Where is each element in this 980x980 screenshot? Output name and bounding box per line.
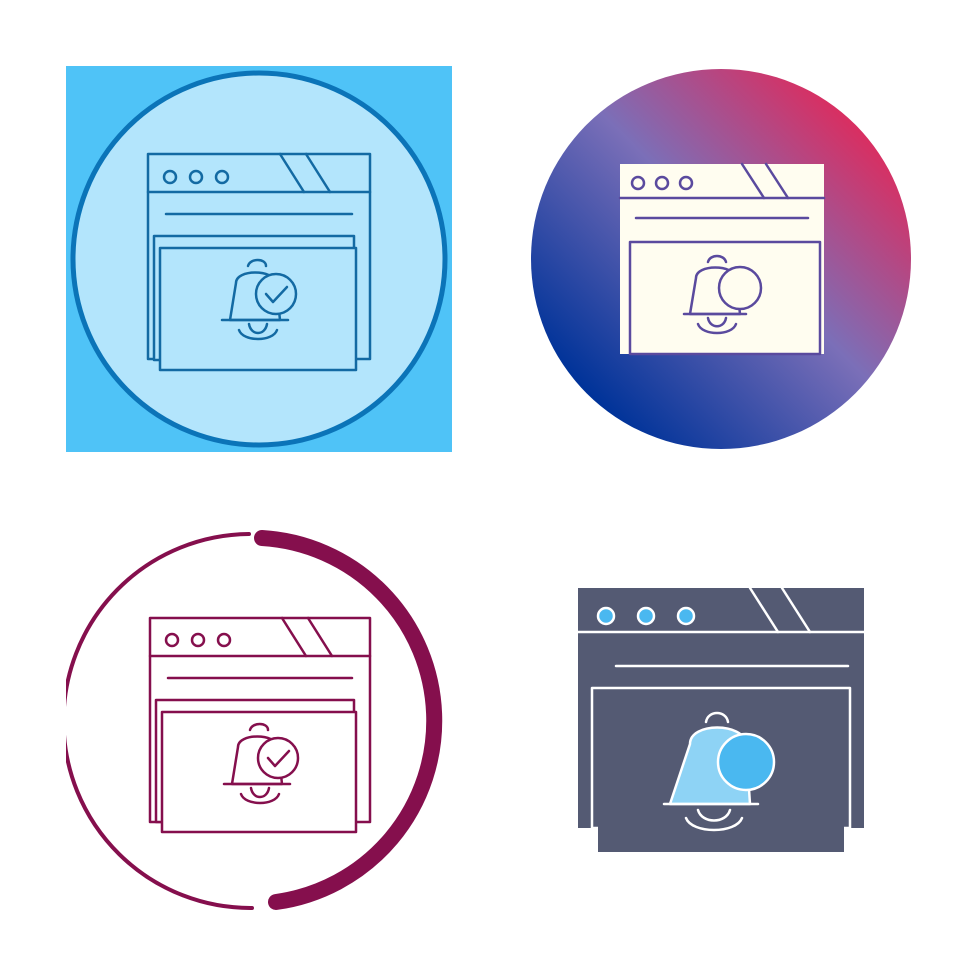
check-badge-icon xyxy=(254,272,298,316)
browser-notification-ring-icon xyxy=(66,528,452,914)
window-dot-icon xyxy=(596,606,616,626)
icon-artwork xyxy=(66,530,443,911)
icon-artwork xyxy=(66,66,452,452)
window-dot-icon xyxy=(216,632,232,648)
dot-badge-icon xyxy=(716,732,776,792)
icon-artwork xyxy=(576,586,866,852)
window-dot-icon xyxy=(636,606,656,626)
check-badge-icon xyxy=(256,736,300,780)
browser-notification-gradient-icon xyxy=(528,66,914,452)
dot-badge-icon xyxy=(717,265,763,311)
window-dot-icon xyxy=(676,606,696,626)
browser-notification-line-icon xyxy=(66,66,452,452)
icon-artwork xyxy=(531,69,911,449)
notification-panel xyxy=(160,710,358,834)
window-dot-icon xyxy=(164,632,180,648)
notification-panel xyxy=(158,246,358,372)
browser-notification-glyph-icon xyxy=(528,528,914,914)
window-dot-icon xyxy=(190,632,206,648)
